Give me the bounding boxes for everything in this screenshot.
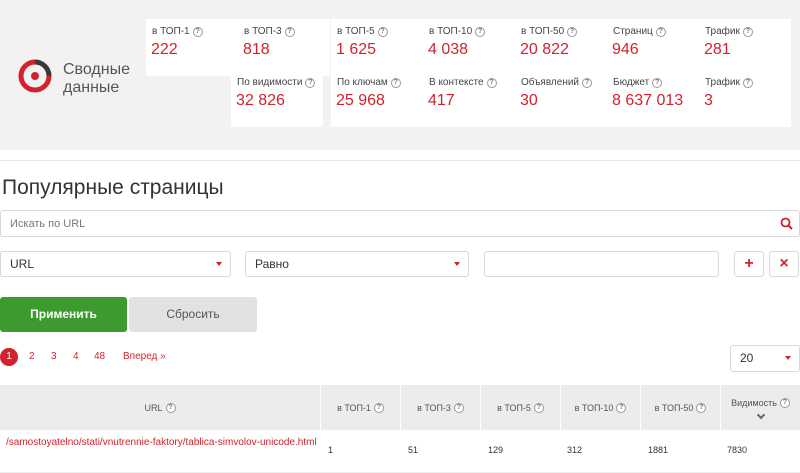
help-icon[interactable]: ? bbox=[567, 26, 578, 37]
help-icon[interactable]: ? bbox=[779, 397, 790, 408]
page-link-1[interactable]: 1 bbox=[0, 348, 18, 366]
sort-desc-icon[interactable] bbox=[756, 410, 765, 419]
chevron-down-icon bbox=[785, 356, 791, 360]
summary-title: Сводные данные bbox=[63, 61, 130, 96]
stat-value: 8 637 013 bbox=[612, 92, 684, 109]
column-header-top3[interactable]: в ТОП-3? bbox=[400, 385, 480, 430]
stat-card-context: В контексте? 417 bbox=[423, 70, 515, 127]
stat-card-top3: в ТОП-3? 818 bbox=[238, 19, 330, 76]
stat-value: 4 038 bbox=[428, 41, 469, 58]
column-header-top50[interactable]: в ТОП-50? bbox=[640, 385, 720, 430]
page-link-4[interactable]: 4 bbox=[73, 348, 79, 366]
column-header-top5[interactable]: в ТОП-5? bbox=[480, 385, 560, 430]
help-icon[interactable]: ? bbox=[284, 26, 295, 37]
stat-value: 946 bbox=[612, 41, 639, 58]
help-icon[interactable]: ? bbox=[582, 77, 593, 88]
add-filter-button[interactable]: + bbox=[734, 251, 764, 277]
cell-top1: 1 bbox=[328, 445, 334, 455]
filter-value-input[interactable] bbox=[484, 251, 719, 277]
stat-value: 20 822 bbox=[520, 41, 569, 58]
column-header-top10[interactable]: в ТОП-10? bbox=[560, 385, 640, 430]
help-icon[interactable]: ? bbox=[742, 77, 753, 88]
stat-value: 32 826 bbox=[236, 92, 285, 109]
stat-value: 1 625 bbox=[336, 41, 377, 58]
help-icon[interactable]: ? bbox=[192, 26, 203, 37]
url-search bbox=[0, 210, 800, 237]
stat-value: 25 968 bbox=[336, 92, 385, 109]
stat-value: 222 bbox=[151, 41, 178, 58]
stat-card-top50: в ТОП-50? 20 822 bbox=[515, 19, 607, 76]
stat-card-top5: в ТОП-5? 1 625 bbox=[331, 19, 423, 76]
apply-button[interactable]: Применить bbox=[0, 297, 127, 332]
page-link-48[interactable]: 48 bbox=[94, 348, 105, 366]
logo-icon bbox=[18, 59, 52, 93]
summary-panel: Сводные данные в ТОП-1? 222 в ТОП-3? 818… bbox=[0, 0, 800, 150]
stat-card-ads: Объявлений? 30 bbox=[515, 70, 607, 127]
help-icon[interactable]: ? bbox=[453, 402, 464, 413]
stat-card-context-traffic: Трафик? 3 bbox=[699, 70, 791, 127]
stat-value: 30 bbox=[520, 92, 538, 109]
table-header: URL? в ТОП-1? в ТОП-3? в ТОП-5? в ТОП-10… bbox=[0, 385, 800, 430]
search-icon[interactable] bbox=[780, 217, 793, 230]
cell-top50: 1881 bbox=[648, 445, 669, 455]
remove-filter-button[interactable]: × bbox=[769, 251, 799, 277]
help-icon[interactable]: ? bbox=[390, 77, 401, 88]
stat-value: 3 bbox=[704, 92, 713, 109]
help-icon[interactable]: ? bbox=[377, 26, 388, 37]
cell-top10: 312 bbox=[567, 445, 583, 455]
stat-value: 818 bbox=[243, 41, 270, 58]
cell-top5: 129 bbox=[488, 445, 504, 455]
cell-visibility: 7830 bbox=[727, 445, 748, 455]
page-title: Популярные страницы bbox=[2, 176, 224, 199]
chevron-down-icon bbox=[454, 262, 460, 266]
page-link-2[interactable]: 2 bbox=[29, 348, 35, 366]
page-link-3[interactable]: 3 bbox=[51, 348, 57, 366]
help-icon[interactable]: ? bbox=[742, 26, 753, 37]
column-header-visibility[interactable]: Видимость? bbox=[720, 385, 800, 430]
per-page-select[interactable]: 20 bbox=[730, 345, 800, 372]
row-url-link[interactable]: /samostoyatelno/stati/vnutrennie-faktory… bbox=[6, 436, 321, 450]
cell-top3: 51 bbox=[408, 445, 419, 455]
stat-value: 281 bbox=[704, 41, 731, 58]
stat-card-pages: Страниц? 946 bbox=[607, 19, 699, 76]
column-header-top1[interactable]: в ТОП-1? bbox=[320, 385, 400, 430]
help-icon[interactable]: ? bbox=[616, 402, 627, 413]
help-icon[interactable]: ? bbox=[696, 402, 707, 413]
help-icon[interactable]: ? bbox=[165, 402, 176, 413]
stat-card-budget: Бюджет? 8 637 013 bbox=[607, 70, 699, 127]
filter-field-select[interactable]: URL bbox=[0, 251, 231, 277]
table-row: /samostoyatelno/stati/vnutrennie-faktory… bbox=[0, 430, 800, 473]
next-page-link[interactable]: Вперед » bbox=[123, 348, 166, 366]
help-icon[interactable]: ? bbox=[486, 77, 497, 88]
help-icon[interactable]: ? bbox=[533, 402, 544, 413]
column-header-url[interactable]: URL? bbox=[0, 385, 320, 430]
reset-button[interactable]: Сбросить bbox=[129, 297, 257, 332]
stat-value: 417 bbox=[428, 92, 455, 109]
stat-card-top10: в ТОП-10? 4 038 bbox=[423, 19, 515, 76]
help-icon[interactable]: ? bbox=[652, 77, 663, 88]
stat-card-traffic: Трафик? 281 bbox=[699, 19, 791, 76]
stat-card-keywords: По ключам? 25 968 bbox=[331, 70, 423, 127]
chevron-down-icon bbox=[216, 262, 222, 266]
help-icon[interactable]: ? bbox=[475, 26, 486, 37]
search-input[interactable] bbox=[1, 211, 761, 236]
filter-operator-select[interactable]: Равно bbox=[245, 251, 469, 277]
help-icon[interactable]: ? bbox=[305, 77, 316, 88]
stat-card-top1: в ТОП-1? 222 bbox=[146, 19, 238, 76]
section-divider bbox=[0, 160, 800, 161]
help-icon[interactable]: ? bbox=[655, 26, 666, 37]
help-icon[interactable]: ? bbox=[373, 402, 384, 413]
stat-card-visibility: По видимости? 32 826 bbox=[231, 70, 323, 127]
